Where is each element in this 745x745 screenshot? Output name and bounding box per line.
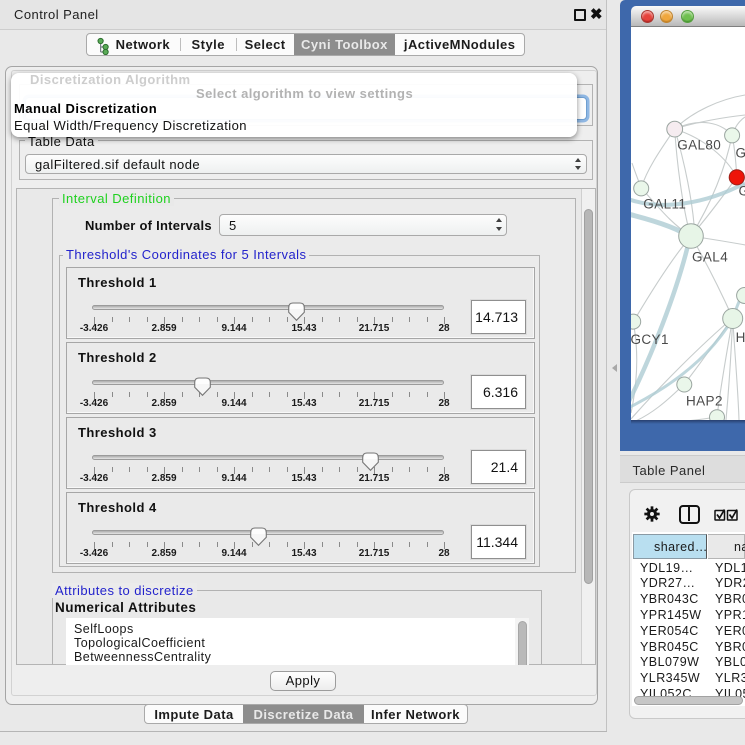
svg-text:GAL80: GAL80	[677, 138, 721, 153]
svg-text:GA: GA	[736, 146, 745, 161]
svg-text:GCY1: GCY1	[631, 332, 669, 347]
svg-text:H: H	[736, 330, 745, 345]
svg-text:HAP2: HAP2	[686, 394, 723, 409]
svg-text:G: G	[739, 184, 745, 199]
svg-text:GAL11: GAL11	[643, 197, 686, 212]
svg-text:GAL4: GAL4	[692, 250, 728, 265]
